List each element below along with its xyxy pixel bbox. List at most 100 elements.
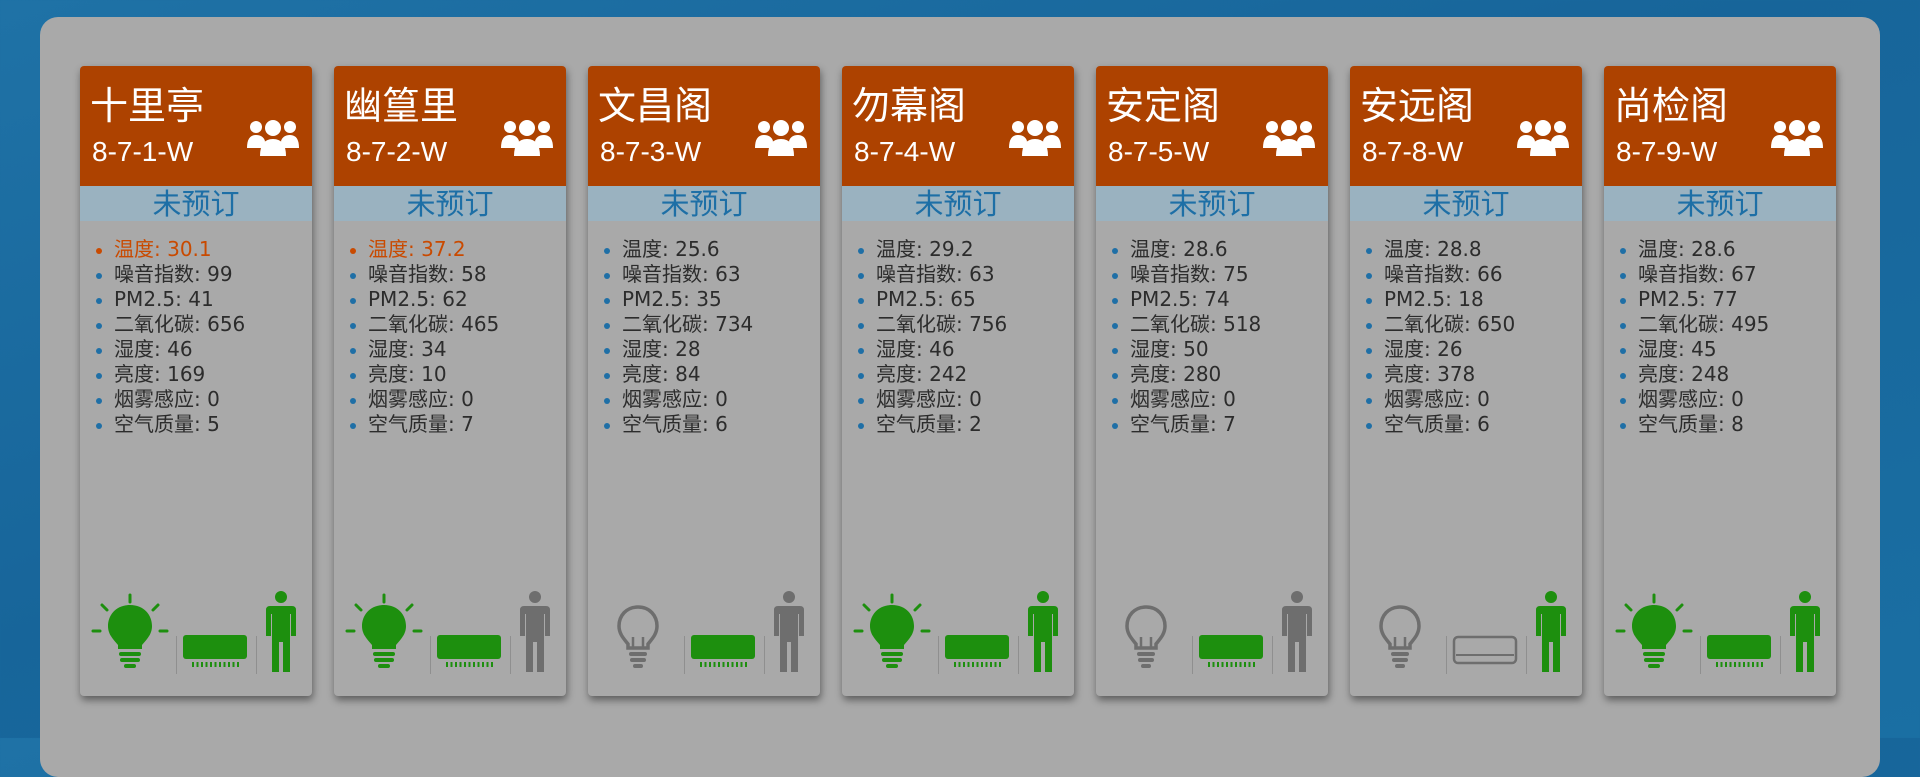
room-card-header: 勿幕阁 8-7-4-W [842, 66, 1074, 186]
room-card-header: 尚检阁 8-7-9-W [1604, 66, 1836, 186]
sensor-metric: 二氧化碳: 465 [346, 312, 566, 337]
sensor-metric: 二氧化碳: 734 [600, 312, 820, 337]
sensor-metric: 亮度: 242 [854, 362, 1074, 387]
sensor-metric: PM2.5: 77 [1616, 287, 1836, 312]
room-card[interactable]: 十里亭 8-7-1-W 未预订 温度: 30.1 噪音指数: 99 PM2.5: 41 二氧… [80, 66, 312, 696]
air-conditioner-on-icon[interactable] [688, 631, 758, 676]
sensor-metric: 烟雾感应: 0 [1108, 387, 1328, 412]
room-name: 安远阁 [1360, 84, 1475, 128]
light-on-icon[interactable] [344, 591, 424, 676]
room-card-header: 安定阁 8-7-5-W [1096, 66, 1328, 186]
room-name: 文昌阁 [598, 84, 713, 128]
divider [176, 636, 177, 674]
divider [1780, 636, 1781, 674]
sensor-metric: 温度: 25.6 [600, 237, 820, 262]
sensor-metric: 空气质量: 5 [92, 412, 312, 437]
air-conditioner-on-icon[interactable] [434, 631, 504, 676]
sensor-metric: 空气质量: 7 [1108, 412, 1328, 437]
sensor-metric: PM2.5: 35 [600, 287, 820, 312]
sensor-metric: 烟雾感应: 0 [600, 387, 820, 412]
sensor-metric: 亮度: 248 [1616, 362, 1836, 387]
air-conditioner-on-icon[interactable] [942, 631, 1012, 676]
air-conditioner-on-icon[interactable] [180, 631, 250, 676]
sensor-metric: 空气质量: 8 [1616, 412, 1836, 437]
room-name: 勿幕阁 [852, 84, 967, 128]
sensor-metric: 二氧化碳: 495 [1616, 312, 1836, 337]
sensor-metric: 温度: 28.6 [1108, 237, 1328, 262]
divider [938, 636, 939, 674]
room-code: 8-7-8-W [1362, 136, 1464, 167]
sensor-metric: 亮度: 10 [346, 362, 566, 387]
light-off-icon[interactable] [1106, 591, 1186, 676]
group-icon [501, 120, 553, 156]
sensor-metrics-list: 温度: 37.2 噪音指数: 58 PM2.5: 62 二氧化碳: 465 湿度: 34… [334, 221, 566, 437]
sensor-metric: PM2.5: 41 [92, 287, 312, 312]
divider [1018, 636, 1019, 674]
room-card[interactable]: 尚检阁 8-7-9-W 未预订 温度: 28.6 噪音指数: 67 PM2.5: 77 二氧… [1604, 66, 1836, 696]
room-card[interactable]: 安定阁 8-7-5-W 未预订 温度: 28.6 噪音指数: 75 PM2.5: 74 二氧… [1096, 66, 1328, 696]
divider [1700, 636, 1701, 674]
sensor-metric: 二氧化碳: 650 [1362, 312, 1582, 337]
divider [510, 636, 511, 674]
booking-status: 未预订 [1096, 186, 1328, 221]
device-status-row [80, 586, 312, 676]
sensor-metric: 噪音指数: 99 [92, 262, 312, 287]
sensor-metric: 噪音指数: 63 [600, 262, 820, 287]
group-icon [1263, 120, 1315, 156]
sensor-metric: 噪音指数: 63 [854, 262, 1074, 287]
sensor-metric: 空气质量: 6 [1362, 412, 1582, 437]
sensor-metrics-list: 温度: 25.6 噪音指数: 63 PM2.5: 35 二氧化碳: 734 湿度: 28… [588, 221, 820, 437]
room-card-header: 文昌阁 8-7-3-W [588, 66, 820, 186]
divider [764, 636, 765, 674]
sensor-metric: 空气质量: 2 [854, 412, 1074, 437]
room-card-header: 十里亭 8-7-1-W [80, 66, 312, 186]
air-conditioner-on-icon[interactable] [1704, 631, 1774, 676]
light-off-icon[interactable] [598, 591, 678, 676]
light-off-icon[interactable] [1360, 591, 1440, 676]
sensor-metric: 亮度: 169 [92, 362, 312, 387]
room-name: 安定阁 [1106, 84, 1221, 128]
device-status-row [842, 586, 1074, 676]
vacant-person-icon [518, 590, 552, 679]
room-card-header: 安远阁 8-7-8-W [1350, 66, 1582, 186]
sensor-metric: 湿度: 28 [600, 337, 820, 362]
sensor-metric: 二氧化碳: 656 [92, 312, 312, 337]
room-code: 8-7-5-W [1108, 136, 1210, 167]
sensor-metric: 噪音指数: 58 [346, 262, 566, 287]
room-card[interactable]: 幽篁里 8-7-2-W 未预订 温度: 37.2 噪音指数: 58 PM2.5: 62 二氧… [334, 66, 566, 696]
room-card[interactable]: 文昌阁 8-7-3-W 未预订 温度: 25.6 噪音指数: 63 PM2.5: 35 二氧… [588, 66, 820, 696]
sensor-metric: 二氧化碳: 518 [1108, 312, 1328, 337]
sensor-metric: 空气质量: 6 [600, 412, 820, 437]
sensor-metric: 亮度: 280 [1108, 362, 1328, 387]
group-icon [1517, 120, 1569, 156]
divider [1272, 636, 1273, 674]
device-status-row [1096, 586, 1328, 676]
occupied-person-icon [264, 590, 298, 679]
room-card[interactable]: 安远阁 8-7-8-W 未预订 温度: 28.8 噪音指数: 66 PM2.5: 18 二氧… [1350, 66, 1582, 696]
sensor-metric: 温度: 30.1 [92, 237, 312, 262]
sensor-metric: 温度: 29.2 [854, 237, 1074, 262]
light-on-icon[interactable] [852, 591, 932, 676]
room-code: 8-7-4-W [854, 136, 956, 167]
air-conditioner-on-icon[interactable] [1196, 631, 1266, 676]
occupied-person-icon [1788, 590, 1822, 679]
room-card[interactable]: 勿幕阁 8-7-4-W 未预订 温度: 29.2 噪音指数: 63 PM2.5: 65 二氧… [842, 66, 1074, 696]
sensor-metric: 湿度: 50 [1108, 337, 1328, 362]
divider [684, 636, 685, 674]
sensor-metric: 二氧化碳: 756 [854, 312, 1074, 337]
light-on-icon[interactable] [1614, 591, 1694, 676]
divider [1526, 636, 1527, 674]
device-status-row [334, 586, 566, 676]
air-conditioner-off-icon[interactable] [1450, 631, 1520, 676]
room-name: 尚检阁 [1614, 84, 1729, 128]
device-status-row [588, 586, 820, 676]
sensor-metrics-list: 温度: 28.8 噪音指数: 66 PM2.5: 18 二氧化碳: 650 湿度: 26… [1350, 221, 1582, 437]
sensor-metric: 烟雾感应: 0 [1616, 387, 1836, 412]
light-on-icon[interactable] [90, 591, 170, 676]
sensor-metric: 湿度: 45 [1616, 337, 1836, 362]
sensor-metric: 空气质量: 7 [346, 412, 566, 437]
sensor-metric: 烟雾感应: 0 [92, 387, 312, 412]
vacant-person-icon [1280, 590, 1314, 679]
divider [1446, 636, 1447, 674]
group-icon [1009, 120, 1061, 156]
